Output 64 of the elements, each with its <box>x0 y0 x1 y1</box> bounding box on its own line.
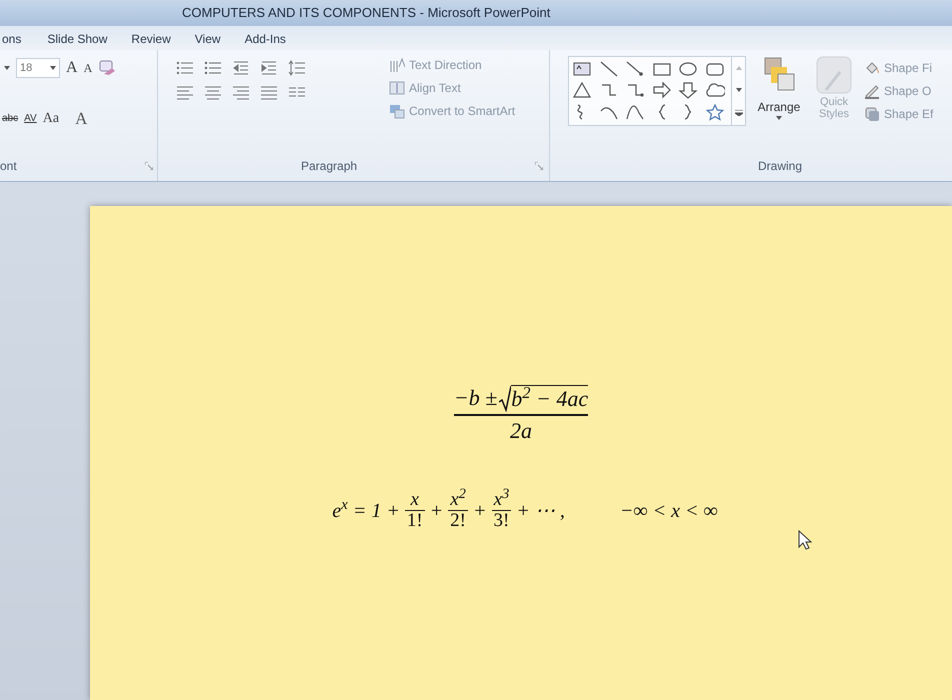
fraction-denominator: 1! <box>404 510 425 531</box>
scroll-down-icon[interactable] <box>736 88 742 92</box>
grow-font-button[interactable]: A <box>66 56 78 80</box>
ribbon-tab[interactable]: Slide Show <box>35 28 120 50</box>
dropdown-arrow-icon[interactable] <box>50 66 56 70</box>
strikethrough-button[interactable]: abc <box>2 111 18 126</box>
group-label: ont <box>0 158 17 175</box>
line-spacing-icon[interactable] <box>288 60 306 76</box>
ribbon-tab[interactable]: ons <box>0 28 36 50</box>
group-label: Drawing <box>757 158 804 175</box>
star-shape-icon[interactable] <box>704 102 724 121</box>
numbered-list-icon[interactable] <box>204 60 222 76</box>
numerator-text: −b ± <box>454 384 498 412</box>
shape-effects-icon[interactable] <box>864 106 880 122</box>
font-color-button[interactable]: A <box>65 106 88 132</box>
dropdown-arrow-icon[interactable] <box>776 116 782 120</box>
fraction-denominator: 2! <box>448 510 468 531</box>
character-spacing-button[interactable]: AV <box>24 111 37 126</box>
ribbon-tab[interactable]: View <box>182 28 233 50</box>
text-direction-icon[interactable] <box>389 57 405 73</box>
equation-text: + ⋯ , <box>516 498 565 524</box>
decrease-indent-icon[interactable] <box>232 60 250 76</box>
clear-format-icon[interactable] <box>98 60 116 76</box>
bullet-list-icon[interactable] <box>176 60 194 76</box>
condition-text: −∞ < x < ∞ <box>620 498 718 524</box>
arrange-button[interactable]: Arrange <box>754 56 804 157</box>
align-text-icon[interactable] <box>389 80 405 96</box>
shrink-font-button[interactable]: A <box>84 59 92 77</box>
arrow-line-shape-icon[interactable] <box>625 60 645 78</box>
change-case-button[interactable]: Aa <box>42 108 60 129</box>
mouse-pointer-icon <box>798 530 812 550</box>
cloud-shape-icon[interactable] <box>704 81 724 100</box>
text-box-shape-icon[interactable] <box>572 60 592 78</box>
right-arrow-shape-icon[interactable] <box>652 81 672 100</box>
radical-sign-icon[interactable] <box>499 386 512 412</box>
oval-shape-icon[interactable] <box>678 60 698 78</box>
dropdown-arrow-icon[interactable] <box>4 66 10 70</box>
increase-indent-icon[interactable] <box>260 60 278 76</box>
align-left-icon[interactable] <box>176 86 194 100</box>
ribbon-tab[interactable]: Review <box>119 28 183 50</box>
fraction-numerator: x$^{2}$ <box>449 490 467 510</box>
fraction-numerator: x <box>409 490 420 510</box>
equation-text: + <box>473 498 486 524</box>
align-center-icon[interactable] <box>204 86 222 100</box>
pencil-icon[interactable] <box>864 83 880 99</box>
down-arrow-shape-icon[interactable] <box>678 81 698 100</box>
justify-icon[interactable] <box>260 86 278 100</box>
line-shape-icon[interactable] <box>598 60 618 78</box>
paint-bucket-icon[interactable] <box>864 60 880 76</box>
radicand-text: b$^{2}$ − 4ac <box>511 385 588 412</box>
align-right-icon[interactable] <box>232 86 250 100</box>
fraction-numerator: x$^{3}$ <box>492 490 510 510</box>
group-label: Paragraph <box>300 158 358 175</box>
window-title: COMPUTERS AND ITS COMPONENTS - Microsoft PowerPoint <box>181 4 550 22</box>
curve-shape-icon[interactable] <box>625 102 645 121</box>
ribbon-tab[interactable]: Add-Ins <box>232 28 298 50</box>
denominator-text: 2a <box>510 417 532 445</box>
equation-text: e$^{x}$ = 1 + <box>332 496 400 524</box>
font-size-field[interactable]: 18 <box>16 58 60 78</box>
fraction-denominator: 3! <box>492 510 512 531</box>
equation-text: + <box>430 498 444 524</box>
font-size-value: 18 <box>20 60 32 76</box>
more-icon[interactable] <box>734 110 742 116</box>
triangle-shape-icon[interactable] <box>572 81 592 100</box>
